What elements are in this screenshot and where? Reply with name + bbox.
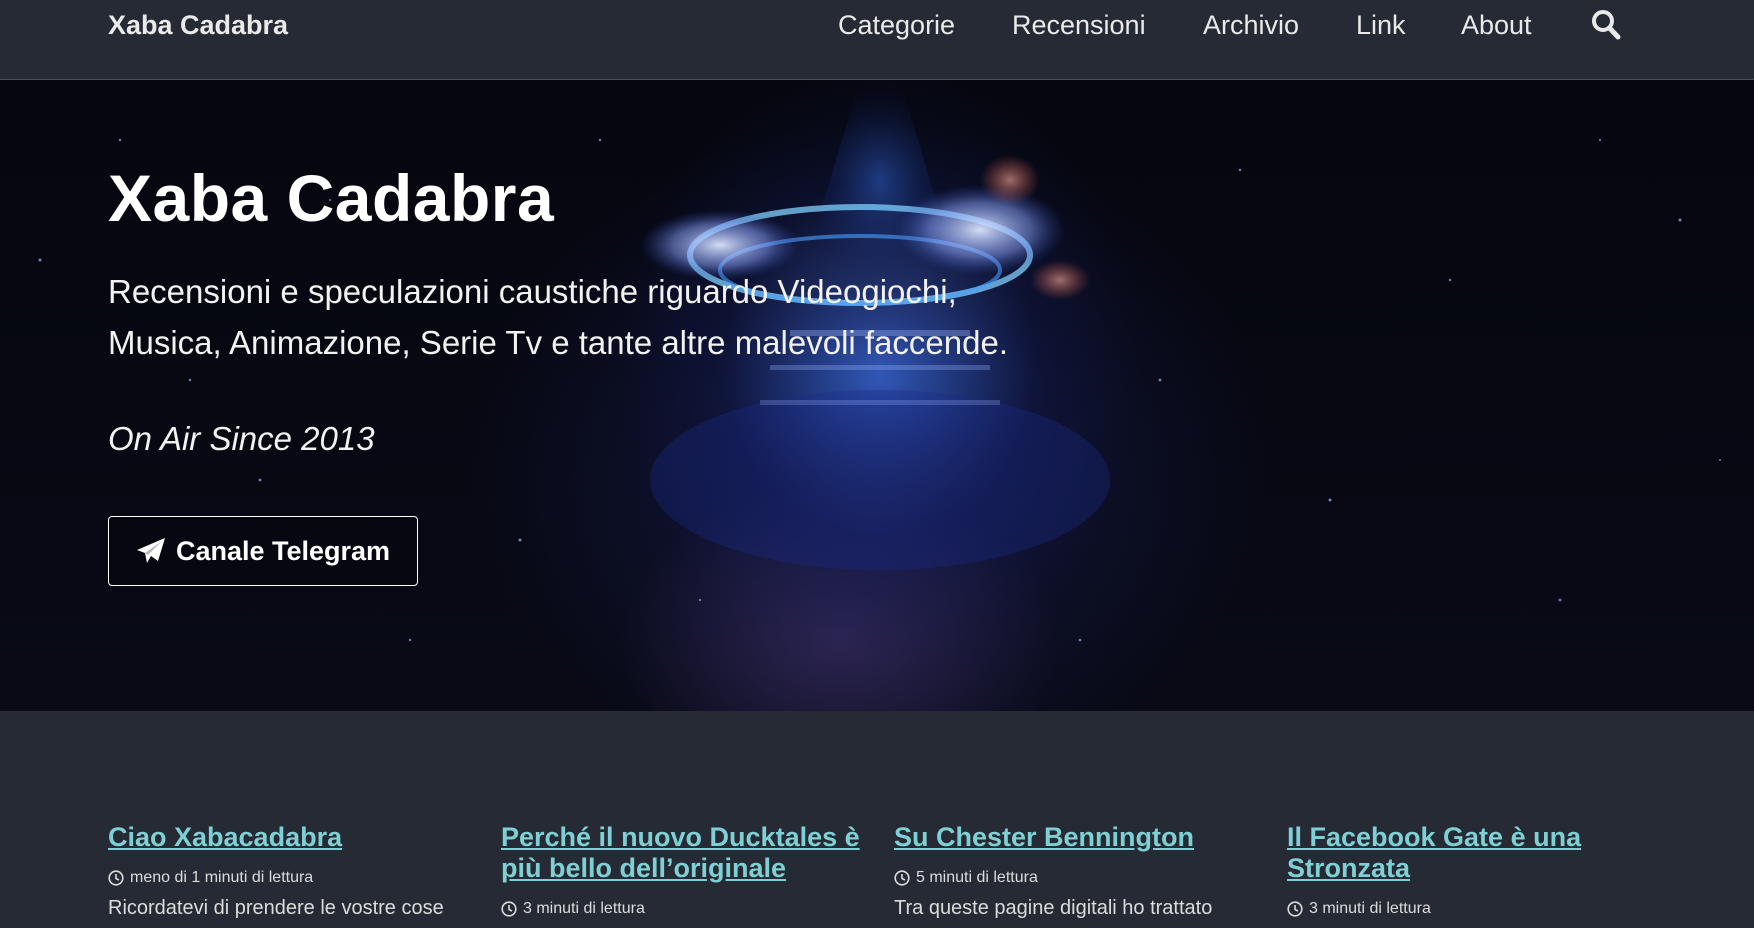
clock-icon	[108, 870, 124, 886]
nav-item-recensioni[interactable]: Recensioni	[1012, 10, 1146, 41]
post-card: Ciao Xabacadabra meno di 1 minuti di let…	[108, 822, 478, 920]
post-title-link[interactable]: Su Chester Bennington	[894, 822, 1264, 853]
clock-icon	[1287, 901, 1303, 917]
post-card: Perché il nuovo Ducktales è più bello de…	[501, 822, 871, 928]
post-title-link[interactable]: Il Facebook Gate è una Stronzata	[1287, 822, 1657, 884]
hero-excerpt-line-2: Musica, Animazione, Serie Tv e tante alt…	[108, 324, 1009, 361]
hero-excerpt: Recensioni e speculazioni caustiche rigu…	[108, 266, 1108, 368]
search-button[interactable]	[1590, 8, 1622, 42]
post-read-time: 3 minuti di lettura	[523, 900, 645, 917]
post-meta: 3 minuti di lettura	[501, 900, 871, 918]
post-excerpt: Ricordatevi di prendere le vostre cose	[108, 897, 444, 919]
telegram-channel-button[interactable]: Canale Telegram	[108, 516, 418, 586]
post-card: Su Chester Bennington 5 minuti di lettur…	[894, 822, 1264, 920]
nav-item-archivio[interactable]: Archivio	[1203, 10, 1299, 41]
search-icon	[1592, 10, 1621, 40]
clock-icon	[894, 870, 910, 886]
telegram-button-label: Canale Telegram	[175, 535, 391, 566]
nav-item-about[interactable]: About	[1461, 10, 1532, 41]
masthead: Xaba Cadabra Categorie Recensioni Archiv…	[0, 0, 1754, 80]
nav-item-link[interactable]: Link	[1356, 10, 1406, 41]
hero-title: Xaba Cadabra	[108, 161, 555, 235]
hero-section: Xaba Cadabra Recensioni e speculazioni c…	[0, 80, 1754, 711]
post-title-link[interactable]: Ciao Xabacadabra	[108, 822, 478, 853]
post-read-time: 5 minuti di lettura	[916, 869, 1038, 886]
hero-excerpt-line-1: Recensioni e speculazioni caustiche rigu…	[108, 273, 957, 310]
post-card: Il Facebook Gate è una Stronzata 3 minut…	[1287, 822, 1657, 928]
post-title-link[interactable]: Perché il nuovo Ducktales è più bello de…	[501, 822, 871, 884]
post-excerpt: Tra queste pagine digitali ho trattato	[894, 897, 1213, 919]
post-meta: 3 minuti di lettura	[1287, 900, 1657, 918]
post-meta: 5 minuti di lettura	[894, 869, 1264, 887]
hero-tagline: On Air Since 2013	[108, 420, 375, 457]
site-title-link[interactable]: Xaba Cadabra	[108, 10, 288, 41]
post-read-time: meno di 1 minuti di lettura	[130, 869, 314, 886]
post-read-time: 3 minuti di lettura	[1309, 900, 1431, 917]
post-meta: meno di 1 minuti di lettura	[108, 869, 478, 887]
nav-item-categorie[interactable]: Categorie	[838, 10, 955, 41]
clock-icon	[501, 901, 517, 917]
paper-plane-icon	[136, 538, 165, 563]
